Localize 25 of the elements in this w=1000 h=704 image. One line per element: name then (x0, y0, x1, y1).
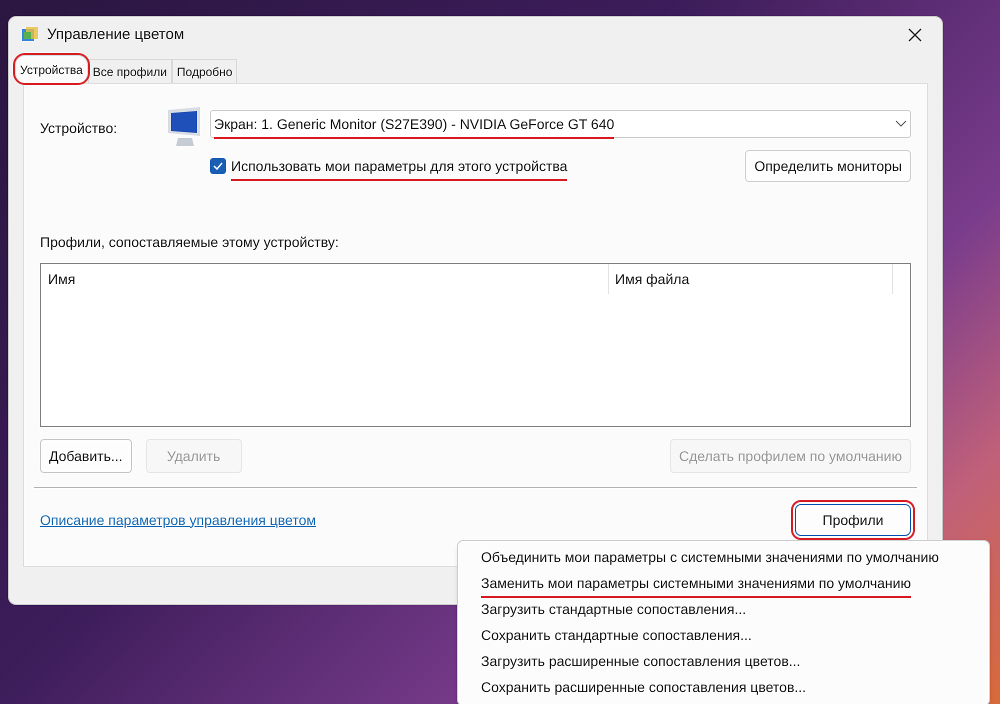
menu-item[interactable]: Сохранить стандартные сопоставления... (458, 623, 989, 649)
window-title: Управление цветом (47, 24, 184, 45)
menu-item[interactable]: Сохранить расширенные сопоставления цветов... (458, 675, 989, 701)
device-label: Устройство: (40, 119, 118, 138)
menu-item[interactable]: Загрузить стандартные сопоставления... (458, 597, 989, 623)
menu-item[interactable]: Загрузить расширенные сопоставления цветов... (458, 649, 989, 675)
column-header[interactable]: Имя файла (609, 264, 893, 294)
action-button[interactable]: Добавить... (40, 439, 132, 473)
help-link[interactable]: Описание параметров управления цветом (40, 510, 316, 530)
close-icon (908, 28, 922, 42)
check-icon (213, 162, 223, 170)
app-icon (21, 26, 39, 44)
device-dropdown[interactable]: Экран: 1. Generic Monitor (S27E390) - NVIDIA GeForce GT 640 (210, 110, 911, 138)
identify-monitors-button[interactable]: Определить мониторы (745, 150, 911, 182)
tab[interactable]: Подробно (172, 59, 238, 83)
menu-item[interactable]: Объединить мои параметры с системными значениями по умолчанию (458, 545, 989, 571)
tab[interactable]: Устройства (15, 55, 88, 83)
device-value: Экран: 1. Generic Monitor (S27E390) - NVIDIA GeForce GT 640 (214, 114, 614, 138)
tab[interactable]: Все профили (88, 59, 172, 83)
chevron-down-icon (895, 120, 907, 128)
profiles-caption: Профили, сопоставляемые этому устройству: (40, 233, 340, 252)
checkbox-label: Использовать мои параметры для этого устройства (231, 156, 568, 180)
menu-item[interactable]: Заменить мои параметры системными значениями по умолчанию (458, 571, 989, 597)
column-header[interactable]: Имя (41, 264, 609, 294)
checkbox[interactable] (210, 158, 226, 174)
